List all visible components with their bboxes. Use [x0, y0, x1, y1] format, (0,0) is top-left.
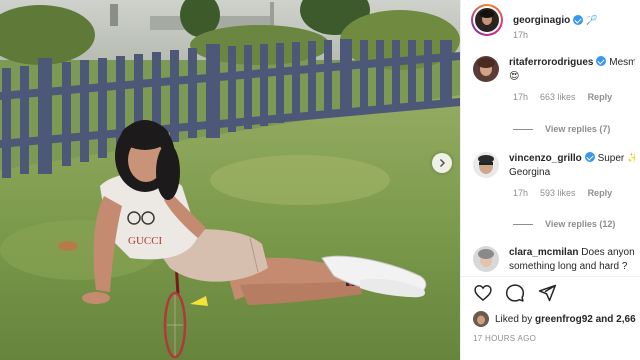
view-replies-label: View replies (7): [545, 124, 611, 134]
comment-item: vincenzo_grillo Super ✨ Georgina 17h 593…: [461, 152, 640, 198]
replies-line: [513, 128, 533, 130]
author-avatar[interactable]: [471, 4, 503, 36]
comment-likes[interactable]: 593 likes: [540, 188, 576, 198]
liked-by-user[interactable]: greenfrog92: [535, 314, 593, 325]
verified-badge-icon: [573, 15, 584, 25]
paper-plane-icon: [538, 284, 557, 302]
author-username[interactable]: georginagio: [513, 15, 570, 26]
heart-icon: [474, 284, 492, 302]
liked-by-count[interactable]: and 2,66: [596, 314, 636, 325]
commenter-username[interactable]: clara_mcmilan: [509, 247, 579, 258]
commenter-avatar[interactable]: [473, 246, 499, 272]
view-replies-button[interactable]: View replies (7): [513, 124, 610, 134]
commenter-username[interactable]: vincenzo_grillo: [509, 153, 582, 164]
header-emoji: 🏸: [586, 14, 598, 25]
actions-divider: [461, 276, 640, 277]
comment-text-continued: 😍: [509, 71, 520, 82]
likes-summary: Liked by greenfrog92 and 2,66: [473, 311, 636, 327]
comment-time: 17h: [513, 188, 529, 198]
svg-text:GUCCI: GUCCI: [128, 235, 163, 247]
next-photo-button[interactable]: [432, 153, 452, 173]
view-replies-label: View replies (12): [545, 219, 616, 229]
chevron-right-icon: [439, 158, 446, 168]
like-button[interactable]: [473, 283, 493, 303]
comment-text-continued: Georgina: [509, 167, 551, 178]
commenter-avatar[interactable]: [473, 152, 499, 178]
comment-item: clara_mcmilan Does anyon something long …: [461, 246, 640, 274]
post-photo[interactable]: GUCCI: [0, 0, 460, 360]
comment-time: 17h: [513, 92, 529, 102]
view-replies-button[interactable]: View replies (12): [513, 219, 615, 229]
comment-text: Super ✨: [597, 153, 635, 164]
post-header: georginagio 🏸: [461, 0, 640, 40]
comment-text-continued: something long and hard ?: [509, 261, 628, 272]
post-image: GUCCI: [0, 0, 460, 360]
commenter-avatar[interactable]: [473, 56, 499, 82]
comment-button[interactable]: [505, 283, 525, 303]
reply-button[interactable]: Reply: [588, 92, 613, 102]
share-button[interactable]: [537, 283, 557, 303]
comments-panel: georginagio 🏸 17h ritaferrorodrigues Mes…: [460, 0, 640, 360]
verified-badge-icon: [596, 56, 607, 66]
verified-badge-icon: [584, 152, 595, 162]
comment-icon: [505, 284, 525, 302]
comment-likes[interactable]: 663 likes: [540, 92, 576, 102]
reply-button[interactable]: Reply: [588, 188, 613, 198]
replies-line: [513, 223, 533, 225]
liker-avatar[interactable]: [473, 311, 489, 327]
comment-item: ritaferrorodrigues Mesm 😍 17h 663 likes …: [461, 56, 640, 102]
post-timestamp[interactable]: 17 HOURS AGO: [473, 334, 536, 343]
action-bar: [473, 283, 557, 303]
caption-time: 17h: [513, 30, 529, 40]
comment-text: Mesm: [609, 57, 635, 68]
commenter-username[interactable]: ritaferrorodrigues: [509, 57, 593, 68]
comment-text: Does anyon: [581, 247, 635, 258]
liked-by-prefix: Liked by: [495, 313, 533, 325]
